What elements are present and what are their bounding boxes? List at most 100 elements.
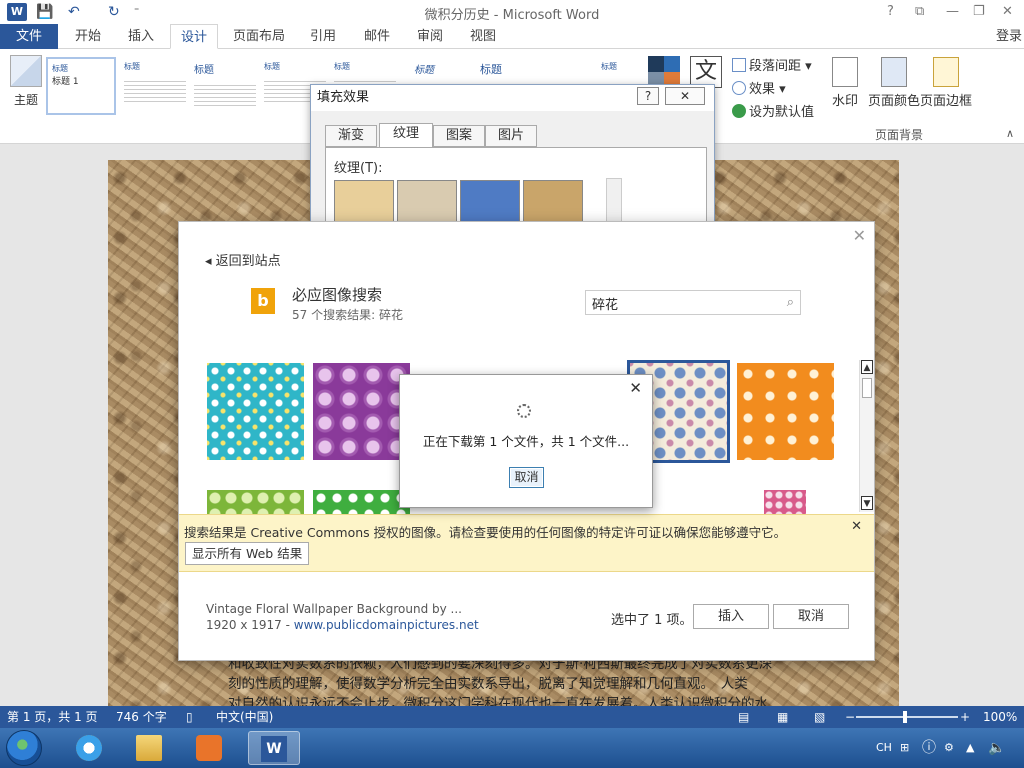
results-scrollbar[interactable]: ▲ ▼ [859, 360, 874, 512]
taskbar-media[interactable] [184, 731, 236, 765]
download-cancel-button[interactable]: 取消 [509, 467, 544, 488]
zoom-slider-thumb[interactable] [903, 711, 907, 723]
back-to-sites-link[interactable]: ◂ 返回到站点 [205, 250, 281, 269]
cancel-button[interactable]: 取消 [773, 604, 849, 629]
bing-close-button[interactable]: ✕ [853, 226, 866, 245]
effects-button[interactable]: 效果 ▾ [732, 78, 786, 97]
help-tray-icon[interactable]: ⓘ [922, 728, 936, 768]
scroll-thumb[interactable] [862, 378, 872, 398]
proofing-icon[interactable]: ▯ [186, 706, 193, 728]
web-layout-icon[interactable]: ▧ [814, 706, 825, 728]
image-thumbnail[interactable] [207, 490, 304, 514]
image-thumbnail[interactable] [764, 490, 806, 514]
tab-page-layout[interactable]: 页面布局 [228, 24, 290, 49]
fill-effects-dialog: 填充效果 ? ✕ 渐变 纹理 图案 图片 纹理(T): [310, 84, 715, 226]
theme-button[interactable]: 主题 [8, 55, 44, 108]
taskbar-explorer[interactable] [124, 731, 176, 765]
paragraph-spacing-icon [732, 58, 746, 72]
language-indicator[interactable]: 中文(中国) [216, 706, 273, 728]
page-color-icon [881, 57, 907, 87]
scroll-up-icon[interactable]: ▲ [861, 360, 873, 374]
ime-indicator[interactable]: CH [876, 728, 892, 768]
image-thumbnail[interactable] [737, 363, 834, 460]
watermark-button[interactable]: 水印 [832, 57, 858, 109]
texture-swatch-1[interactable] [397, 180, 457, 226]
tab-gradient[interactable]: 渐变 [325, 125, 377, 147]
swatch-0 [648, 56, 664, 72]
taskbar-word[interactable]: W [248, 731, 300, 765]
tab-insert[interactable]: 插入 [117, 24, 165, 49]
tab-file[interactable]: 文件 [0, 24, 58, 49]
close-window-button[interactable]: ✕ [1002, 2, 1013, 22]
texture-swatch-0[interactable] [334, 180, 394, 226]
ie-icon [76, 735, 102, 761]
group-page-background: 页面背景 [875, 128, 924, 142]
document-line: 刻的性质的理解，使得数学分析完全由实数系导出，脱离了知觉理解和几何直观。 人类 [228, 676, 748, 692]
status-bar: 第 1 页，共 1 页 746 个字 ▯ 中文(中国) ▤ ▦ ▧ − + 10… [0, 706, 1024, 728]
loading-spinner-icon [517, 404, 531, 418]
tab-pattern[interactable]: 图案 [433, 125, 485, 147]
texture-scrollbar[interactable] [606, 178, 622, 226]
image-source-link[interactable]: www.publicdomainpictures.net [294, 618, 479, 632]
keyboard-icon[interactable]: ⊞ [900, 728, 909, 768]
page-count[interactable]: 第 1 页，共 1 页 [7, 706, 98, 728]
minimize-button[interactable]: — [946, 2, 959, 22]
zoom-out-button[interactable]: − [845, 706, 855, 728]
image-thumbnail[interactable] [313, 490, 410, 514]
help-icon[interactable]: ? [887, 2, 894, 22]
texture-swatch-2[interactable] [460, 180, 520, 226]
tab-review[interactable]: 审阅 [407, 24, 453, 49]
tab-mailings[interactable]: 邮件 [354, 24, 400, 49]
style-gallery-item[interactable]: 标题 [120, 57, 190, 115]
image-thumbnail[interactable] [207, 363, 304, 460]
texture-swatch-3[interactable] [523, 180, 583, 226]
tab-home[interactable]: 开始 [64, 24, 112, 49]
media-player-icon [196, 735, 222, 761]
texture-panel: 纹理(T): [325, 147, 707, 226]
scroll-down-icon[interactable]: ▼ [861, 496, 873, 510]
page-border-icon [933, 57, 959, 87]
style-gallery-item[interactable]: 标题 标题 1 [46, 57, 116, 115]
tab-texture[interactable]: 纹理 [379, 123, 433, 148]
start-button[interactable] [6, 730, 42, 766]
search-icon[interactable]: ⌕ [787, 295, 794, 310]
volume-icon[interactable]: 🔈 [988, 728, 1005, 768]
page-color-button[interactable]: 页面颜色 [868, 57, 920, 109]
zoom-level[interactable]: 100% [983, 706, 1017, 728]
ribbon-display-icon[interactable]: ⧉ [915, 2, 924, 22]
tab-design[interactable]: 设计 [170, 24, 218, 49]
read-mode-icon[interactable]: ▤ [738, 706, 749, 728]
watermark-icon [832, 57, 858, 87]
settings-tray-icon[interactable]: ⚙ [944, 728, 954, 768]
result-count: 57 个搜索结果: 碎花 [292, 308, 403, 322]
effects-icon [732, 81, 746, 95]
download-close-icon[interactable]: ✕ [629, 379, 642, 397]
insert-button[interactable]: 插入 [693, 604, 769, 629]
fill-help-button[interactable]: ? [637, 87, 659, 105]
license-notice-text: 搜索结果是 Creative Commons 授权的图像。请检查要使用的任何图像… [184, 525, 787, 540]
swatch-1 [664, 56, 680, 72]
page-border-button[interactable]: 页面边框 [920, 57, 972, 109]
set-default-button[interactable]: 设为默认值 [732, 101, 814, 120]
show-web-results-button[interactable]: 显示所有 Web 结果 [185, 542, 310, 565]
style-gallery-item[interactable]: 标题 [190, 57, 260, 115]
search-input[interactable]: 碎花 ⌕ [585, 290, 801, 315]
paragraph-spacing-button[interactable]: 段落间距 ▾ [732, 55, 812, 74]
word-count[interactable]: 746 个字 [116, 706, 167, 728]
tab-view[interactable]: 视图 [460, 24, 506, 49]
selected-count: 选中了 1 项。 [611, 613, 693, 628]
selected-image-title: Vintage Floral Wallpaper Background by .… [206, 602, 462, 616]
login-link[interactable]: 登录 [996, 24, 1022, 49]
show-hidden-icon[interactable]: ▲ [966, 728, 974, 768]
restore-button[interactable]: ❐ [973, 2, 985, 22]
collapse-ribbon-icon[interactable]: ∧ [1006, 127, 1014, 140]
print-layout-icon[interactable]: ▦ [777, 706, 788, 728]
zoom-slider[interactable] [856, 716, 958, 718]
image-thumbnail[interactable] [313, 363, 410, 460]
tab-references[interactable]: 引用 [300, 24, 346, 49]
zoom-in-button[interactable]: + [960, 706, 970, 728]
taskbar-ie[interactable] [64, 731, 116, 765]
notice-close-icon[interactable]: ✕ [851, 519, 862, 534]
fill-close-button[interactable]: ✕ [665, 87, 705, 105]
tab-picture[interactable]: 图片 [485, 125, 537, 147]
